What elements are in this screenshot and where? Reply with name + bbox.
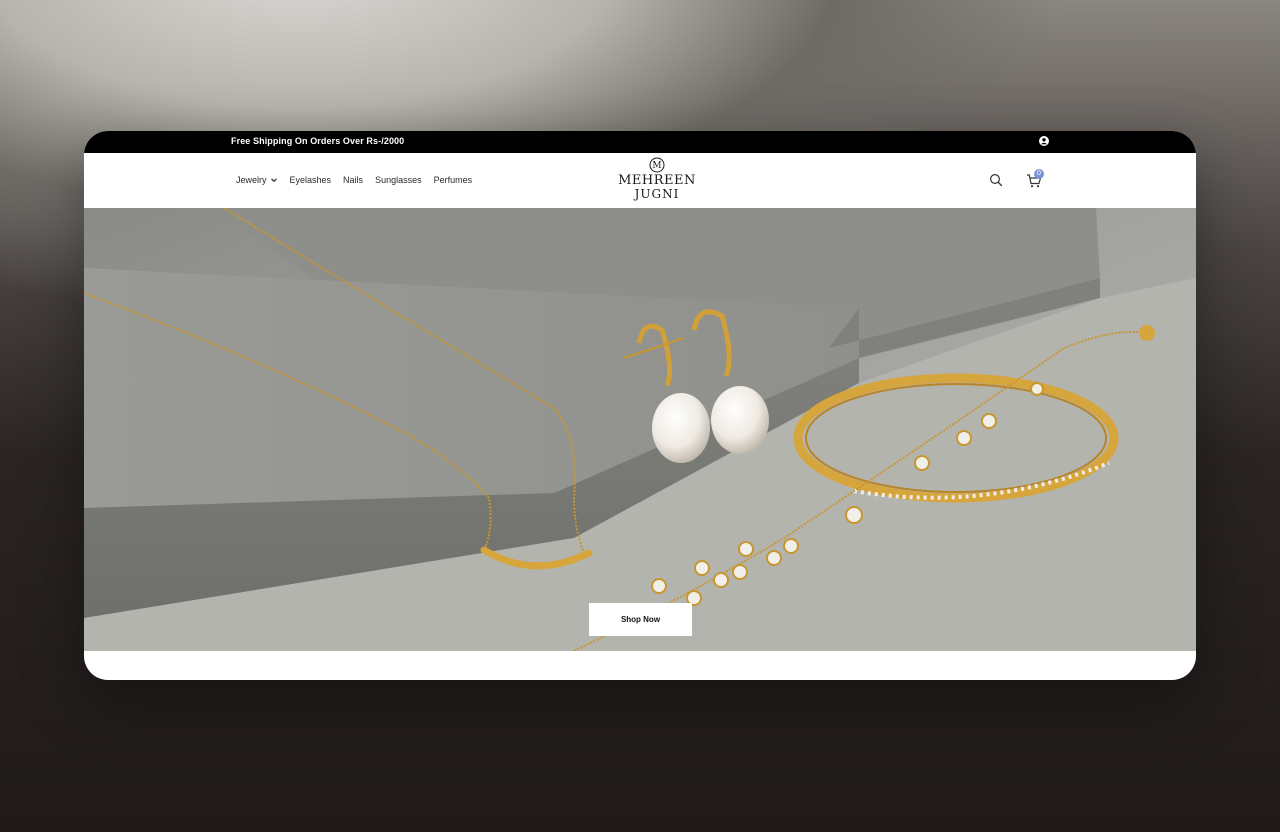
hero-banner: Shop Now (84, 208, 1196, 651)
nav-item-label: Jewelry (236, 175, 267, 185)
main-nav: Jewelry Eyelashes Nails Sunglasses Perfu… (236, 175, 472, 185)
site-header: Jewelry Eyelashes Nails Sunglasses Perfu… (84, 153, 1196, 208)
cart-count-badge: 0 (1034, 169, 1044, 179)
shop-now-button[interactable]: Shop Now (589, 603, 692, 636)
logo-text-line1: MEHREEN (618, 173, 696, 188)
nav-item-label: Sunglasses (375, 175, 422, 185)
search-icon[interactable] (989, 173, 1003, 187)
nav-item-label: Nails (343, 175, 364, 185)
hero-image (84, 208, 1196, 651)
logo-monogram-icon: M (649, 157, 665, 173)
chevron-down-icon (270, 178, 277, 183)
brand-logo[interactable]: M MEHREEN JUGNI (602, 157, 712, 207)
nav-item-eyelashes[interactable]: Eyelashes (290, 175, 332, 185)
logo-text-line2: JUGNI (634, 187, 680, 201)
announcement-text: Free Shipping On Orders Over Rs-/2000 (231, 136, 405, 146)
user-icon[interactable] (1039, 136, 1049, 146)
nav-item-label: Perfumes (433, 175, 473, 185)
browser-window: Free Shipping On Orders Over Rs-/2000 Je… (84, 131, 1196, 680)
nav-item-nails[interactable]: Nails (343, 175, 363, 185)
nav-item-label: Eyelashes (289, 175, 332, 185)
announcement-bar: Free Shipping On Orders Over Rs-/2000 (84, 131, 1196, 153)
svg-text:M: M (652, 161, 661, 171)
nav-item-sunglasses[interactable]: Sunglasses (375, 175, 422, 185)
nav-item-perfumes[interactable]: Perfumes (434, 175, 473, 185)
nav-item-jewelry[interactable]: Jewelry (236, 175, 278, 185)
